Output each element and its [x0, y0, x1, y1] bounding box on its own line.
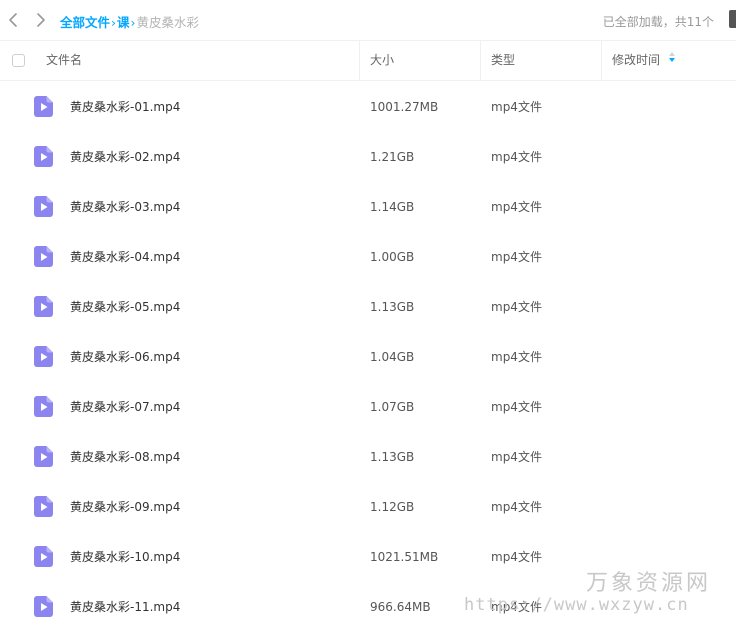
table-header: 文件名 大小 类型 修改时间	[0, 40, 736, 81]
file-type: mp4文件	[491, 300, 542, 314]
file-size: 1.12GB	[370, 500, 415, 514]
file-name[interactable]: 黄皮桑水彩-05.mp4	[70, 282, 180, 332]
file-type: mp4文件	[491, 250, 542, 264]
file-size: 1.00GB	[370, 250, 415, 264]
breadcrumb-current: 黄皮桑水彩	[136, 15, 200, 30]
table-row[interactable]: 黄皮桑水彩-09.mp4 1.12GB mp4文件	[0, 482, 736, 532]
file-name[interactable]: 黄皮桑水彩-02.mp4	[70, 132, 180, 182]
file-name[interactable]: 黄皮桑水彩-01.mp4	[70, 82, 180, 132]
file-size: 1021.51MB	[370, 550, 439, 564]
video-file-icon	[34, 146, 53, 167]
file-type: mp4文件	[491, 550, 542, 564]
file-name[interactable]: 黄皮桑水彩-03.mp4	[70, 182, 180, 232]
breadcrumb-separator: ›	[130, 15, 136, 30]
sort-icon[interactable]	[668, 40, 676, 79]
file-type: mp4文件	[491, 350, 542, 364]
file-type: mp4文件	[491, 450, 542, 464]
breadcrumb-separator: ›	[111, 15, 117, 30]
video-file-icon	[34, 246, 53, 267]
column-divider	[480, 41, 481, 80]
toolbar: 全部文件›课›黄皮桑水彩 已全部加载，共11个	[0, 0, 736, 40]
file-size: 1.21GB	[370, 150, 415, 164]
table-row[interactable]: 黄皮桑水彩-03.mp4 1.14GB mp4文件	[0, 182, 736, 232]
file-name[interactable]: 黄皮桑水彩-04.mp4	[70, 232, 180, 282]
table-row[interactable]: 黄皮桑水彩-07.mp4 1.07GB mp4文件	[0, 382, 736, 432]
breadcrumb-item-course[interactable]: 课	[117, 15, 130, 30]
breadcrumb: 全部文件›课›黄皮桑水彩	[60, 12, 199, 31]
forward-button[interactable]	[31, 9, 51, 31]
file-list: 黄皮桑水彩-01.mp4 1001.27MB mp4文件 黄皮桑水彩-02.mp…	[0, 82, 736, 632]
file-type: mp4文件	[491, 100, 542, 114]
file-type: mp4文件	[491, 500, 542, 514]
video-file-icon	[34, 346, 53, 367]
column-header-size[interactable]: 大小	[370, 41, 394, 80]
file-name[interactable]: 黄皮桑水彩-11.mp4	[70, 582, 180, 632]
file-size: 1.13GB	[370, 300, 415, 314]
table-row[interactable]: 黄皮桑水彩-01.mp4 1001.27MB mp4文件	[0, 82, 736, 132]
video-file-icon	[34, 396, 53, 417]
column-header-modified-label: 修改时间	[612, 53, 661, 67]
load-status: 已全部加载，共11个	[602, 15, 714, 29]
table-row[interactable]: 黄皮桑水彩-08.mp4 1.13GB mp4文件	[0, 432, 736, 482]
video-file-icon	[34, 546, 53, 567]
file-size: 1.04GB	[370, 350, 415, 364]
video-file-icon	[34, 446, 53, 467]
file-name[interactable]: 黄皮桑水彩-07.mp4	[70, 382, 180, 432]
select-all-checkbox[interactable]	[12, 54, 25, 67]
file-size: 1001.27MB	[370, 100, 439, 114]
breadcrumb-item-all-files[interactable]: 全部文件	[60, 15, 110, 30]
table-row[interactable]: 黄皮桑水彩-02.mp4 1.21GB mp4文件	[0, 132, 736, 182]
file-name[interactable]: 黄皮桑水彩-10.mp4	[70, 532, 180, 582]
table-row[interactable]: 黄皮桑水彩-10.mp4 1021.51MB mp4文件	[0, 532, 736, 582]
file-size: 1.13GB	[370, 450, 415, 464]
table-row[interactable]: 黄皮桑水彩-06.mp4 1.04GB mp4文件	[0, 332, 736, 382]
chevron-right-icon	[37, 13, 45, 27]
file-name[interactable]: 黄皮桑水彩-09.mp4	[70, 482, 180, 532]
video-file-icon	[34, 496, 53, 517]
video-file-icon	[34, 296, 53, 317]
file-type: mp4文件	[491, 400, 542, 414]
column-header-modified[interactable]: 修改时间	[612, 41, 676, 80]
column-header-type[interactable]: 类型	[491, 41, 515, 80]
view-toggle-button[interactable]	[729, 10, 736, 28]
chevron-left-icon	[9, 13, 17, 27]
back-button[interactable]	[4, 9, 24, 31]
column-divider	[601, 41, 602, 80]
table-row[interactable]: 黄皮桑水彩-11.mp4 966.64MB mp4文件	[0, 582, 736, 632]
file-name[interactable]: 黄皮桑水彩-06.mp4	[70, 332, 180, 382]
video-file-icon	[34, 196, 53, 217]
file-name[interactable]: 黄皮桑水彩-08.mp4	[70, 432, 180, 482]
file-size: 1.07GB	[370, 400, 415, 414]
video-file-icon	[34, 96, 53, 117]
table-row[interactable]: 黄皮桑水彩-05.mp4 1.13GB mp4文件	[0, 282, 736, 332]
file-type: mp4文件	[491, 200, 542, 214]
table-row[interactable]: 黄皮桑水彩-04.mp4 1.00GB mp4文件	[0, 232, 736, 282]
column-header-name[interactable]: 文件名	[46, 41, 82, 80]
file-size: 966.64MB	[370, 600, 431, 614]
file-type: mp4文件	[491, 150, 542, 164]
video-file-icon	[34, 596, 53, 617]
file-type: mp4文件	[491, 600, 542, 614]
column-divider	[359, 41, 360, 80]
file-size: 1.14GB	[370, 200, 415, 214]
